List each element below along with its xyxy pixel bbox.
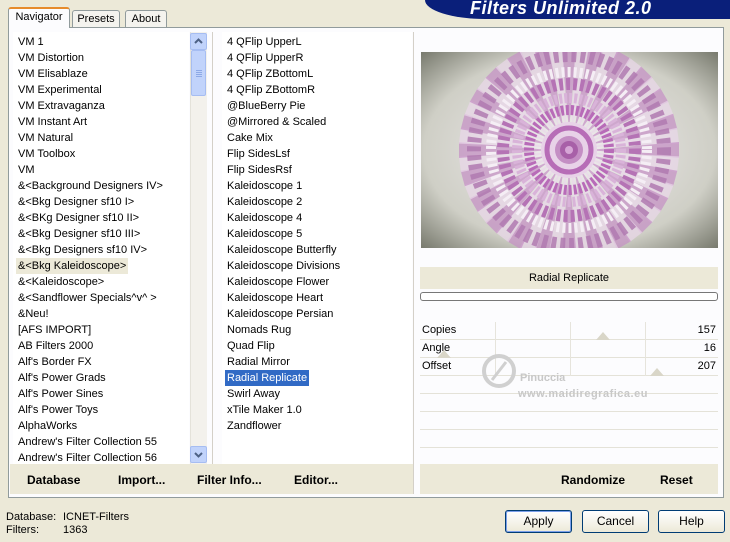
category-item[interactable]: VM Distortion — [16, 50, 86, 66]
param-angle[interactable]: Angle 16 — [420, 340, 718, 358]
database-button[interactable]: Database — [27, 473, 80, 487]
filter-item[interactable]: Kaleidoscope 1 — [225, 178, 304, 194]
slider-thumb-icon[interactable] — [437, 350, 451, 358]
scroll-up-button[interactable] — [190, 33, 207, 50]
filter-item[interactable]: Flip SidesLsf — [225, 146, 292, 162]
category-item[interactable]: VM Elisablaze — [16, 66, 90, 82]
import-button[interactable]: Import... — [118, 473, 165, 487]
param-empty-row — [420, 412, 718, 430]
param-value: 207 — [697, 360, 716, 372]
editor-button[interactable]: Editor... — [294, 473, 338, 487]
category-list[interactable]: VM 1 VM Distortion VM Elisablaze VM Experim… — [13, 32, 189, 464]
filter-item[interactable]: Kaleidoscope 5 — [225, 226, 304, 242]
category-item[interactable]: &<Bkg Designer sf10 III> — [16, 226, 142, 242]
filter-info-button[interactable]: Filter Info... — [197, 473, 262, 487]
category-scrollbar[interactable] — [190, 32, 207, 464]
filter-item[interactable]: @BlueBerry Pie — [225, 98, 307, 114]
filter-preview-image — [421, 52, 718, 248]
app-title: Filters Unlimited 2.0 — [470, 0, 652, 18]
tab-navigator[interactable]: Navigator — [8, 7, 70, 28]
category-item[interactable]: Alf's Power Grads — [16, 370, 108, 386]
filter-item[interactable]: 4 QFlip UpperR — [225, 50, 305, 66]
filter-item[interactable]: Kaleidoscope Butterfly — [225, 242, 338, 258]
category-item[interactable]: VM Toolbox — [16, 146, 77, 162]
reset-button[interactable]: Reset — [660, 473, 693, 487]
chevron-down-icon — [194, 452, 203, 458]
category-item[interactable]: VM Experimental — [16, 82, 104, 98]
radial-preview-graphic — [421, 52, 718, 248]
filter-item[interactable]: xTile Maker 1.0 — [225, 402, 304, 418]
param-label: Offset — [422, 360, 452, 372]
watermark-url: www.maidiregrafica.eu — [518, 388, 648, 400]
filter-item[interactable]: 4 QFlip ZBottomL — [225, 66, 315, 82]
filter-item[interactable]: Flip SidesRsf — [225, 162, 294, 178]
filter-item[interactable]: Radial Replicate — [225, 370, 310, 386]
category-item[interactable]: &<BKg Designer sf10 II> — [16, 210, 141, 226]
param-value: 157 — [697, 324, 716, 336]
category-item[interactable]: &<Background Designers IV> — [16, 178, 165, 194]
progress-bar — [420, 292, 718, 301]
help-button[interactable]: Help — [658, 510, 725, 533]
filter-item[interactable]: 4 QFlip UpperL — [225, 34, 304, 50]
filter-item[interactable]: Nomads Rug — [225, 322, 293, 338]
category-item[interactable]: AB Filters 2000 — [16, 338, 95, 354]
category-item[interactable]: Alf's Border FX — [16, 354, 94, 370]
param-value: 16 — [703, 342, 716, 354]
cancel-button[interactable]: Cancel — [582, 510, 649, 533]
filter-item[interactable]: Kaleidoscope Heart — [225, 290, 325, 306]
category-item[interactable]: &<Bkg Designers sf10 IV> — [16, 242, 149, 258]
filter-item[interactable]: Kaleidoscope 2 — [225, 194, 304, 210]
category-item[interactable]: AlphaWorks — [16, 418, 79, 434]
category-item[interactable]: VM Instant Art — [16, 114, 89, 130]
category-item[interactable]: &Neu! — [16, 306, 51, 322]
category-item[interactable]: Alf's Power Sines — [16, 386, 105, 402]
filter-item[interactable]: Quad Flip — [225, 338, 277, 354]
category-item[interactable]: Andrew's Filter Collection 56 — [16, 450, 159, 464]
param-offset[interactable]: Offset 207 — [420, 358, 718, 376]
randomize-button[interactable]: Randomize — [561, 473, 625, 487]
scroll-down-button[interactable] — [190, 446, 207, 463]
scroll-thumb[interactable] — [191, 50, 206, 96]
panel-divider — [212, 32, 213, 464]
category-item[interactable]: &<Kaleidoscope> — [16, 274, 106, 290]
category-item[interactable]: [AFS IMPORT] — [16, 322, 93, 338]
filter-item[interactable]: Kaleidoscope Flower — [225, 274, 331, 290]
category-item[interactable]: &<Bkg Designer sf10 I> — [16, 194, 136, 210]
slider-thumb-icon[interactable] — [650, 368, 664, 376]
tab-presets[interactable]: Presets — [72, 10, 120, 28]
category-item[interactable]: VM Natural — [16, 130, 75, 146]
panel-divider — [413, 32, 414, 494]
filter-item[interactable]: 4 QFlip ZBottomR — [225, 82, 317, 98]
filter-item[interactable]: @Mirrored & Scaled — [225, 114, 328, 130]
chevron-up-icon — [194, 38, 203, 44]
filter-list[interactable]: 4 QFlip UpperL 4 QFlip UpperR 4 QFlip ZBot… — [222, 32, 412, 464]
filters-count-value: 1363 — [63, 524, 88, 536]
param-copies[interactable]: Copies 157 — [420, 322, 718, 340]
category-item[interactable]: VM 1 — [16, 34, 46, 50]
filter-item[interactable]: Radial Mirror — [225, 354, 292, 370]
filter-item[interactable]: Kaleidoscope Persian — [225, 306, 335, 322]
tab-about[interactable]: About — [125, 10, 167, 28]
param-label: Copies — [422, 324, 457, 336]
filter-item[interactable]: Swirl Away — [225, 386, 282, 402]
filter-item[interactable]: Cake Mix — [225, 130, 275, 146]
category-item[interactable]: &<Bkg Kaleidoscope> — [16, 258, 129, 274]
category-item[interactable]: &<Sandflower Specials^v^ > — [16, 290, 159, 306]
filter-item[interactable]: Kaleidoscope 4 — [225, 210, 304, 226]
param-empty-row — [420, 430, 718, 448]
database-label: Database: — [6, 511, 57, 523]
slider-thumb-icon[interactable] — [596, 332, 610, 340]
selected-filter-name: Radial Replicate — [420, 267, 718, 289]
filter-item[interactable]: Zandflower — [225, 418, 283, 434]
category-item[interactable]: VM — [16, 162, 37, 178]
apply-button[interactable]: Apply — [505, 510, 572, 533]
database-value: ICNET-Filters — [63, 511, 129, 523]
category-item[interactable]: Alf's Power Toys — [16, 402, 100, 418]
category-item[interactable]: VM Extravaganza — [16, 98, 107, 114]
filters-count-label: Filters: — [6, 524, 39, 536]
filter-item[interactable]: Kaleidoscope Divisions — [225, 258, 342, 274]
watermark-logo-icon — [482, 354, 516, 388]
category-item[interactable]: Andrew's Filter Collection 55 — [16, 434, 159, 450]
watermark-name: Pinuccia — [520, 372, 566, 384]
